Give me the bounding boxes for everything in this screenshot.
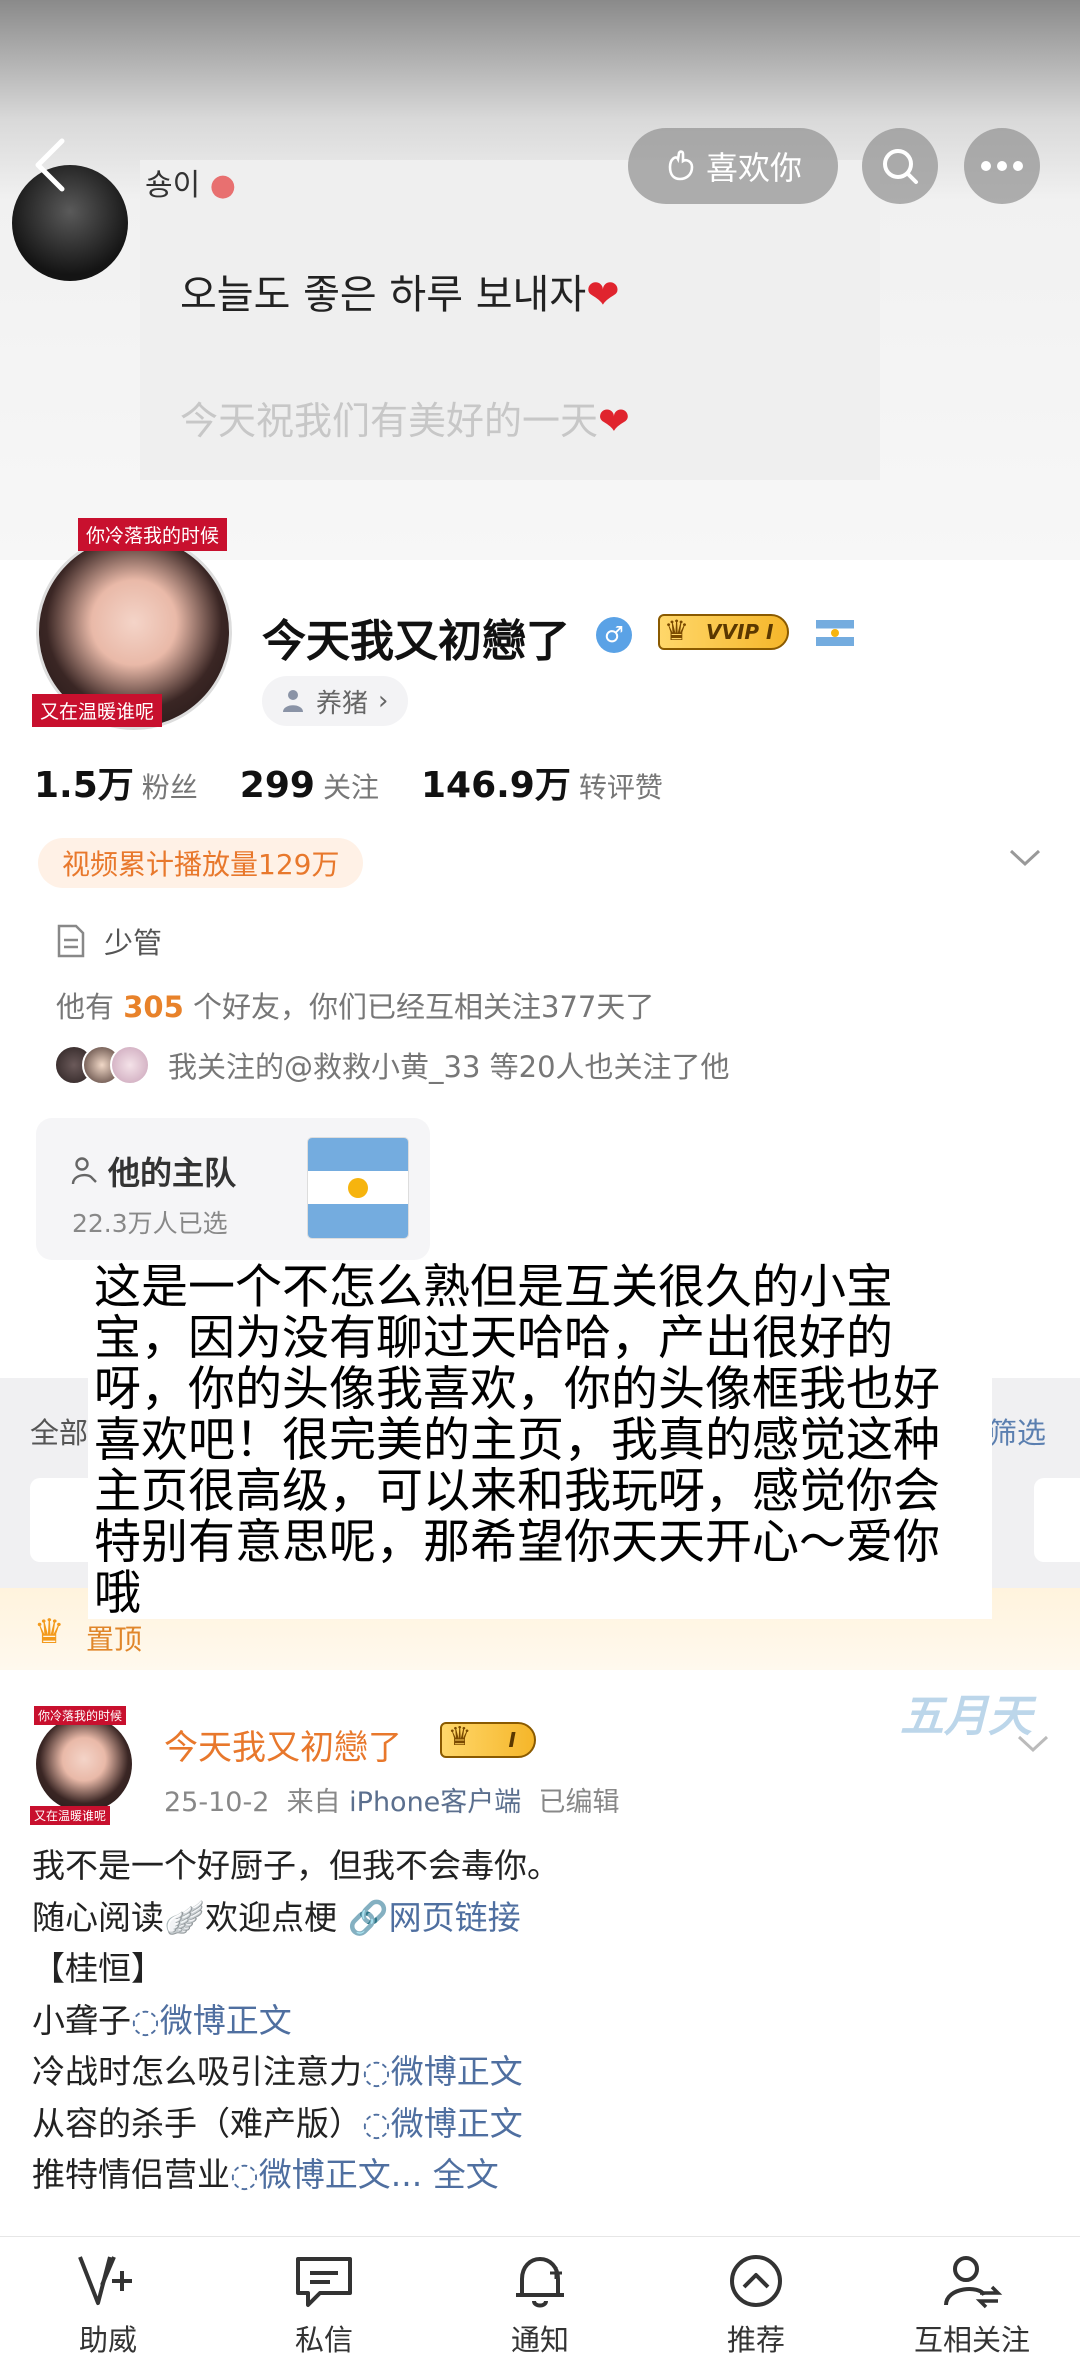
profile-stats: 1.5万 粉丝 299 关注 146.9万 转评赞 <box>34 756 663 808</box>
post-meta: 25-10-2 来自 iPhone客户端 已编辑 <box>164 1787 620 1818</box>
team-title-row: 他的主队 <box>70 1148 236 1194</box>
avatar-frame-top-text: 你冷落我的时候 <box>34 1706 127 1725</box>
interest-tag-label: 养猪 <box>316 688 369 719</box>
argentina-flag-icon <box>816 620 854 646</box>
back-button[interactable] <box>30 135 80 195</box>
cover-username: 숑이 ● <box>145 168 236 203</box>
bottom-nav: 助威 私信 通知 推荐 互相关注 <box>0 2236 1080 2376</box>
expand-button[interactable] <box>1008 848 1042 872</box>
post-vip-label: I <box>508 1728 516 1752</box>
nav-label: 互相关注 <box>913 2323 1030 2357</box>
mayday-watermark: 五月天 <box>900 1691 1032 1742</box>
message-icon <box>296 2257 352 2307</box>
weibo-link[interactable]: ◌微博正文 <box>362 2104 523 2143</box>
profile-avatar-frame[interactable]: 你冷落我的时候 又在温暖谁呢 <box>32 518 238 730</box>
post-body[interactable]: 我不是一个好厨子，但我不会毒你。 随心阅读🪽欢迎点梗 🔗网页链接 【桂恒】 小聋… <box>32 1840 560 2201</box>
tab-all[interactable]: 全部 <box>30 1410 88 1452</box>
filter-chip[interactable] <box>1034 1478 1080 1562</box>
vvip-label: VVIP I <box>706 620 774 644</box>
bell-icon <box>516 2257 564 2308</box>
weibo-link[interactable]: ◌微博正文 <box>230 2155 391 2194</box>
overlay-comment-text: 这是一个不怎么熟但是互关很久的小宝宝，因为没有聊过天哈哈，产出很好的呀，你的头像… <box>88 1262 992 1619</box>
team-title: 他的主队 <box>108 1154 237 1192</box>
search-icon <box>883 149 918 184</box>
search-button[interactable] <box>862 128 938 204</box>
video-plays-badge[interactable]: 视频累计播放量129万 <box>38 838 364 888</box>
cover-text-line1: 오늘도 좋은 하루 보내자❤ <box>180 272 620 318</box>
post-line: 从容的杀手（难产版）◌微博正文 <box>32 2103 523 2143</box>
cheer-icon <box>78 2256 132 2305</box>
nav-mutual-follow[interactable]: 互相关注 <box>872 2237 1072 2376</box>
nav-notifications[interactable]: 通知 <box>440 2237 640 2376</box>
home-team-card[interactable]: 他的主队 22.3万人已选 <box>36 1118 430 1260</box>
pinned-label: 置顶 <box>86 1623 143 1656</box>
post-line: 我不是一个好厨子，但我不会毒你。 <box>32 1846 560 1885</box>
gender-male-icon: ♂ <box>596 617 632 653</box>
avatar <box>36 1716 132 1812</box>
post-author-avatar[interactable]: 你冷落我的时候 又在温暖谁呢 <box>30 1706 140 1825</box>
like-button[interactable]: 喜欢你 <box>628 128 838 204</box>
weibo-link[interactable]: ◌微博正文 <box>131 2001 292 2040</box>
web-link[interactable]: 🔗网页链接 <box>348 1898 521 1937</box>
chevron-right-icon: › <box>378 686 389 716</box>
avatar-frame-bottom-text: 又在温暖谁呢 <box>32 694 163 727</box>
remark-row[interactable]: 少管 <box>56 920 162 962</box>
crown-icon: ♛ <box>448 1722 472 1752</box>
avatar-frame-top-text: 你冷落我的时候 <box>78 518 228 551</box>
post-line: 小聋子◌微博正文 <box>32 2000 292 2040</box>
post-line: 随心阅读🪽欢迎点梗 🔗网页链接 <box>32 1897 521 1937</box>
pin-crown-icon: ♛ <box>34 1612 65 1652</box>
nav-label: 助威 <box>78 2323 137 2357</box>
cover-image[interactable]: 숑이 ● 오늘도 좋은 하루 보내자❤ 今天祝我们有美好的一天❤ <box>0 0 1080 560</box>
mutual-follow-icon <box>944 2256 1003 2309</box>
person-icon <box>283 690 303 712</box>
post-author-name[interactable]: 今天我又初戀了 <box>164 1720 402 1769</box>
post-menu-button[interactable] <box>1016 1734 1050 1758</box>
stat-reposts-likes[interactable]: 146.9万 转评赞 <box>421 756 663 808</box>
mutual-avatars <box>54 1045 150 1085</box>
post-line: 冷战时怎么吸引注意力◌微博正文 <box>32 2052 523 2091</box>
crown-icon: ♛ <box>664 614 690 647</box>
chevron-down-icon <box>1009 849 1041 867</box>
nav-messages[interactable]: 私信 <box>224 2237 424 2376</box>
mutual-follows-text: 我关注的@救救小黄_33 等20人也关注了他 <box>168 1050 730 1084</box>
nav-label: 推荐 <box>726 2323 785 2357</box>
nav-cheer[interactable]: 助威 <box>8 2237 208 2376</box>
profile-username: 今天我又初戀了 <box>262 616 570 667</box>
document-icon <box>57 924 85 958</box>
nav-label: 通知 <box>510 2323 569 2357</box>
weibo-link[interactable]: ◌微博正文 <box>362 2052 523 2091</box>
remark-text: 少管 <box>104 926 163 960</box>
team-subtitle: 22.3万人已选 <box>72 1209 228 1238</box>
nav-recommend[interactable]: 推荐 <box>656 2237 856 2376</box>
full-text-link[interactable]: 全文 <box>433 2155 499 2194</box>
team-flag-icon <box>308 1138 408 1238</box>
back-icon <box>35 138 65 192</box>
like-hand-icon <box>668 150 694 181</box>
friends-info: 他有 305 个好友，你们已经互相关注377天了 <box>56 990 655 1024</box>
post-line: 【桂恒】 <box>32 1949 164 1988</box>
like-button-label: 喜欢你 <box>705 149 802 187</box>
avatar-frame-bottom-text: 又在温暖谁呢 <box>30 1806 111 1825</box>
stat-fans[interactable]: 1.5万 粉丝 <box>34 756 198 808</box>
filter-button[interactable]: 筛选 <box>988 1410 1046 1452</box>
team-person-icon <box>71 1157 97 1185</box>
more-icon <box>981 161 1023 171</box>
post-line: 推特情侣营业◌微博正文... 全文 <box>32 2155 499 2194</box>
nav-label: 私信 <box>294 2323 353 2357</box>
more-button[interactable] <box>964 128 1040 204</box>
recommend-icon <box>730 2255 782 2307</box>
post-vip-badge[interactable]: ♛ I <box>440 1722 536 1758</box>
chevron-down-icon <box>1017 1735 1049 1753</box>
vvip-badge[interactable]: ♛ VVIP I <box>658 614 790 650</box>
cover-text-line2: 今天祝我们有美好的一天❤ <box>180 399 630 443</box>
interest-tag[interactable]: 养猪 › <box>262 676 409 726</box>
stat-following[interactable]: 299 关注 <box>240 765 379 806</box>
mutual-follows-row[interactable]: 我关注的@救救小黄_33 等20人也关注了他 <box>54 1044 730 1086</box>
